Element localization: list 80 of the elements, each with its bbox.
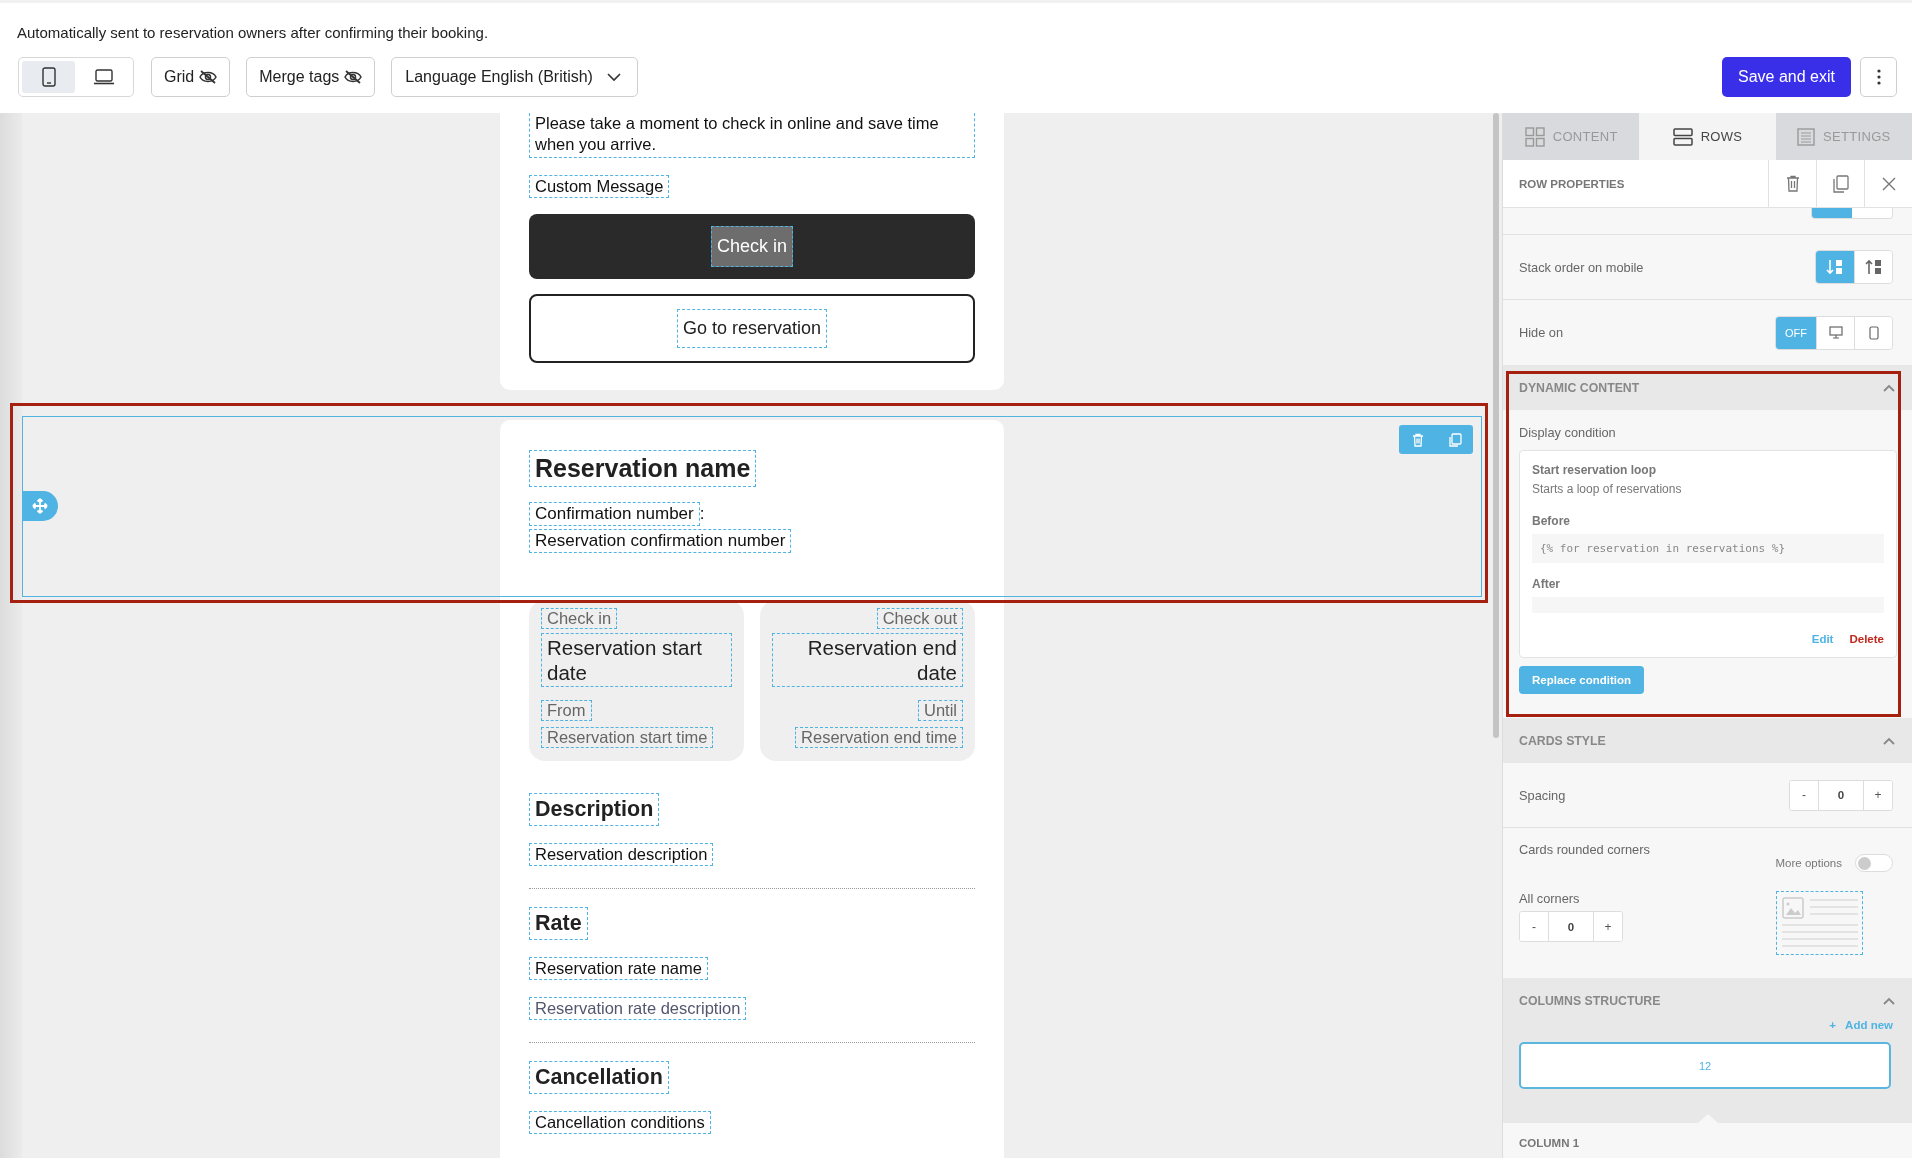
custom-message-text: Custom Message (529, 175, 670, 198)
intro-paragraph: Please take a moment to check in online and save time when you arrive. (529, 113, 975, 158)
stay-date: Reservation start date (541, 633, 732, 687)
monitor-icon (1828, 326, 1843, 339)
confirmation-value: Reservation confirmation number (529, 529, 792, 553)
stack-down-icon (1826, 259, 1844, 275)
card-preview-icon (1775, 891, 1863, 955)
stay-label: Check out (876, 608, 963, 629)
spacing-field[interactable]: 0 (1818, 780, 1864, 810)
up-option[interactable] (1854, 251, 1892, 283)
move-handle[interactable] (22, 491, 58, 521)
close-icon (1881, 176, 1896, 191)
stay-date: Reservation end date (772, 633, 963, 687)
language-select[interactable]: Language English (British) (391, 57, 638, 97)
eye-off-icon (344, 70, 363, 84)
delete-link[interactable]: Delete (1849, 633, 1884, 645)
stay-time: Reservation end time (795, 727, 963, 748)
field-label: Before (1532, 514, 1571, 528)
stay-time: Reservation start time (541, 727, 714, 748)
field-label: Display condition (1519, 425, 1617, 440)
condition-name: Start reservation loop (1532, 463, 1658, 477)
copy-icon (1447, 432, 1462, 447)
desktop-option[interactable] (1816, 316, 1854, 349)
time-label: Until (918, 700, 963, 721)
mobile-view-button[interactable] (22, 61, 75, 93)
field-label: After (1532, 577, 1561, 591)
chevron-down-icon (606, 72, 621, 82)
section-title: COLUMNS STRUCTURE (1519, 993, 1661, 1008)
section-text: Reservation rate description (529, 997, 747, 1020)
email-description: Automatically sent to reservation owners after confirming their booking. (17, 24, 490, 41)
section-text: Reservation description (529, 843, 714, 866)
laptop-icon (92, 69, 115, 85)
stack-up-icon (1864, 259, 1883, 275)
more-button[interactable] (1860, 57, 1897, 97)
phone-icon (1868, 325, 1879, 340)
go-to-reservation-button[interactable]: Go to reservation (529, 294, 975, 363)
toggle-button[interactable]: Merge tags (246, 57, 376, 97)
segmented-control[interactable] (1811, 208, 1893, 219)
column-title: COLUMN 1 (1518, 1136, 1581, 1149)
phone-icon (41, 67, 56, 87)
toggle-switch[interactable] (1855, 853, 1893, 872)
field-label: Spacing (1519, 787, 1566, 803)
section-heading: Rate (529, 907, 588, 940)
section-heading: Description (529, 793, 660, 826)
field-label: Hide on (1519, 325, 1564, 340)
chevron-up-icon (1883, 383, 1895, 392)
chevron-up-icon (1883, 996, 1895, 1005)
stay-label: Check in (541, 608, 618, 629)
document-icon (1797, 127, 1816, 146)
field-label: Stack order on mobile (1519, 259, 1644, 275)
code-field: {% for reservation in reservations %} (1532, 534, 1884, 563)
field-label: More options (1775, 856, 1842, 869)
condition-description: Starts a loop of reservations (1532, 482, 1683, 496)
panel-title: ROW PROPERTIES (1518, 177, 1626, 190)
chevron-up-icon (1883, 736, 1895, 745)
toggle-button[interactable]: Grid (151, 57, 231, 97)
time-label: From (541, 700, 592, 721)
check-in-button[interactable]: Check in (529, 214, 975, 279)
reservation-title: Reservation name (529, 450, 757, 487)
grid-icon (1524, 126, 1545, 147)
mobile-option[interactable] (1854, 316, 1892, 349)
rows-icon (1672, 127, 1693, 146)
eye-off-icon (199, 70, 218, 84)
corners-field[interactable]: 0 (1548, 912, 1594, 941)
move-icon (32, 498, 48, 514)
plus-icon: + (1829, 1019, 1837, 1031)
section-text: Cancellation conditions (529, 1111, 711, 1134)
separator-text: : (699, 504, 705, 524)
section-text: Reservation rate name (529, 957, 708, 980)
trash-icon (1785, 175, 1800, 192)
confirmation-label: Confirmation number (529, 502, 700, 526)
down-option[interactable] (1816, 251, 1854, 283)
collapse-toggle[interactable] (1883, 996, 1895, 1005)
field-label: Cards rounded corners (1519, 842, 1651, 859)
copy-icon (1832, 174, 1849, 193)
save-button[interactable]: Save and exit (1722, 57, 1851, 97)
trash-icon (1411, 432, 1424, 447)
field-label: All corners (1519, 891, 1581, 906)
more-icon (1876, 69, 1881, 85)
section-heading: Cancellation (529, 1061, 669, 1094)
